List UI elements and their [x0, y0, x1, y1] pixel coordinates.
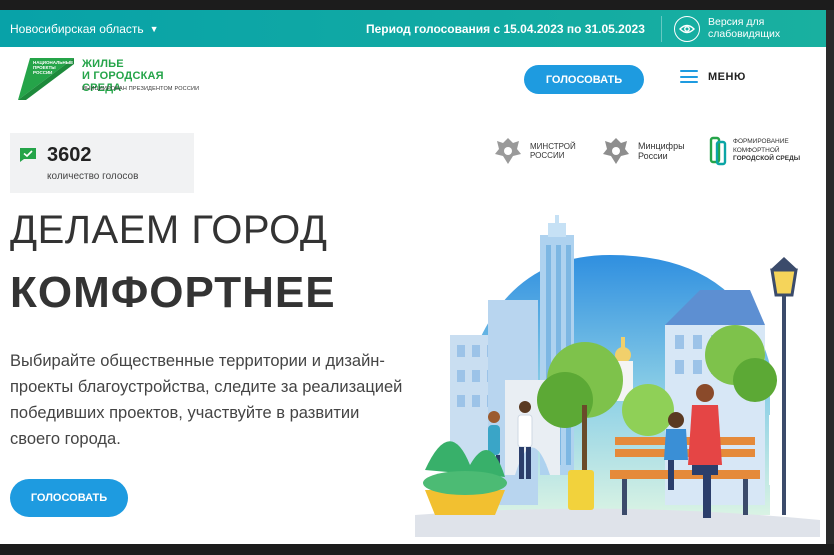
- check-message-icon: [20, 148, 36, 162]
- hero-description: Выбирайте общественные территории и диза…: [10, 352, 403, 448]
- eye-icon[interactable]: [674, 16, 700, 42]
- votes-counter: 3602 количество голосов: [10, 133, 194, 193]
- coat-of-arms-icon: [495, 138, 521, 164]
- coat-of-arms-icon: [603, 138, 629, 164]
- top-bar: Новосибирская область ▼ Период голосован…: [0, 10, 826, 47]
- menu-button[interactable]: МЕНЮ: [680, 70, 746, 83]
- low-vision-link[interactable]: Версия для слабовидящих: [708, 16, 808, 40]
- partner-comfort-city[interactable]: ФОРМИРОВАНИЕ КОМФОРТНОЙ ГОРОДСКОЙ СРЕДЫ: [708, 134, 800, 168]
- city-park-illustration: [415, 215, 820, 537]
- votes-count-label: количество голосов: [47, 171, 139, 182]
- logo-title-line1: ЖИЛЬЕ: [82, 58, 124, 70]
- chevron-down-icon: ▼: [149, 24, 159, 34]
- hero-title-line2: КОМФОРТНЕЕ: [10, 268, 336, 317]
- hamburger-icon: [680, 70, 698, 83]
- page: Новосибирская область ▼ Период голосован…: [0, 10, 826, 544]
- voting-period: Период голосования с 15.04.2023 по 31.05…: [366, 22, 645, 36]
- partner-mintsifry-text: Минцифры России: [638, 141, 685, 161]
- scrollbar[interactable]: [826, 10, 834, 544]
- menu-label: МЕНЮ: [708, 70, 746, 83]
- region-label: Новосибирская область: [10, 22, 144, 36]
- comfort-city-logo-icon: [709, 136, 727, 166]
- partner-minstroy-text: МИНСТРОЙ РОССИИ: [530, 142, 576, 160]
- divider: [661, 16, 662, 42]
- vote-button-main[interactable]: ГОЛОСОВАТЬ: [10, 479, 128, 517]
- partner-comfort-city-text: ФОРМИРОВАНИЕ КОМФОРТНОЙ ГОРОДСКОЙ СРЕДЫ: [733, 138, 801, 163]
- window-frame-bottom: [0, 544, 834, 555]
- logo[interactable]: НАЦИОНАЛЬНЫЕ ПРОЕКТЫ РОССИИ ЖИЛЬЕ И ГОРО…: [16, 58, 206, 100]
- vote-button-header[interactable]: ГОЛОСОВАТЬ: [524, 65, 644, 94]
- hero-title-line1: ДЕЛАЕМ ГОРОД: [10, 208, 328, 252]
- window-frame-top: [0, 0, 834, 10]
- logo-badge-text: НАЦИОНАЛЬНЫЕ ПРОЕКТЫ РОССИИ: [33, 60, 74, 75]
- partner-minstroy[interactable]: МИНСТРОЙ РОССИИ: [491, 134, 576, 168]
- partner-mintsifry[interactable]: Минцифры России: [599, 134, 685, 168]
- region-selector[interactable]: Новосибирская область ▼: [10, 22, 159, 36]
- logo-subtitle: ИНИЦИИРОВАН ПРЕЗИДЕНТОМ РОССИИ: [82, 86, 200, 92]
- votes-count: 3602: [47, 144, 92, 166]
